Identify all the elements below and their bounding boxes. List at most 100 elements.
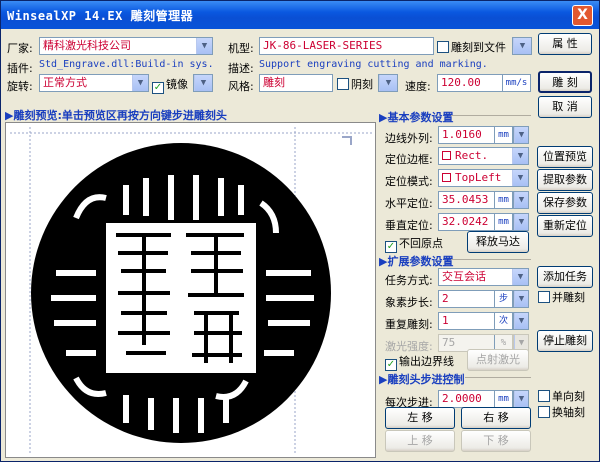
hpos-dropdown[interactable]: ▼ (513, 191, 529, 209)
speed-label: 速度: (405, 80, 431, 93)
task-label: 任务方式: (385, 274, 433, 287)
mode-label: 定位模式: (385, 175, 433, 188)
add-task-button[interactable]: 添加任务 (537, 266, 593, 288)
repeat-dropdown[interactable]: ▼ (513, 312, 529, 330)
chevron-down-icon: ▼ (196, 38, 212, 54)
relief-checkbox[interactable]: 阴刻 (337, 76, 373, 92)
checkbox-box (337, 78, 349, 90)
speed-value: 120.00 (441, 76, 481, 89)
preview-position-button[interactable]: 位置预览 (537, 146, 593, 168)
release-motor-button[interactable]: 释放马达 (467, 231, 529, 253)
checkbox-box (538, 291, 550, 303)
vendor-select[interactable]: 精科激光科技公司 ▼ (39, 37, 213, 55)
preview-area[interactable] (5, 122, 376, 458)
border-unit: mm (494, 127, 512, 143)
chevron-down-icon: ▼ (132, 75, 148, 91)
border-dropdown[interactable]: ▼ (513, 126, 529, 144)
step-input[interactable]: 2.0000 mm (438, 390, 513, 408)
chevron-down-icon: ▼ (514, 291, 528, 307)
mode-select[interactable]: TopLeft ▼ (438, 169, 529, 187)
mirror-label: 镜像 (166, 78, 188, 91)
engrave-manager-window: WinsealXP 14.EX 雕刻管理器 X 厂家: 精科激光科技公司 ▼ 机… (0, 0, 600, 462)
repeat-label: 重复雕刻: (385, 318, 433, 331)
save-params-button[interactable]: 保存参数 (537, 192, 593, 214)
step-dropdown[interactable]: ▼ (513, 390, 529, 408)
vpos-input[interactable]: 32.0242 mm (438, 213, 513, 231)
close-button[interactable]: X (572, 5, 593, 26)
reposition-button[interactable]: 重新定位 (537, 215, 593, 237)
checkmark-icon: ✓ (385, 359, 397, 371)
model-dropdown[interactable]: ▼ (512, 37, 532, 55)
no-return-label: 不回原点 (399, 237, 443, 250)
basic-header: ▶基本参数设置 (379, 111, 454, 124)
border-label: 边线外列: (385, 132, 433, 145)
single-direction-label: 单向刻 (552, 390, 585, 403)
chevron-down-icon: ▼ (514, 313, 528, 329)
topleft-icon (442, 173, 451, 182)
single-direction-checkbox[interactable]: 单向刻 (538, 388, 585, 404)
hpos-label: 水平定位: (385, 197, 433, 210)
chevron-down-icon: ▼ (379, 75, 397, 91)
relief-dropdown[interactable]: ▼ (378, 74, 398, 92)
output-border-label: 输出边界线 (399, 355, 454, 368)
hpos-value: 35.0453 (442, 193, 489, 206)
pixel-value: 2 (442, 292, 449, 305)
pixel-dropdown[interactable]: ▼ (513, 290, 529, 308)
plugin-label: 插件: (7, 62, 33, 75)
model-field[interactable]: JK-86-LASER-SERIES (259, 37, 434, 55)
pixel-input[interactable]: 2 步 (438, 290, 513, 308)
rotate-value: 正常方式 (43, 76, 87, 89)
move-right-button[interactable]: 右 移 (461, 407, 531, 429)
vendor-value: 精科激光科技公司 (43, 39, 131, 52)
engrave-button[interactable]: 雕 刻 (538, 71, 592, 93)
step-header: ▶雕刻头步进控制 (379, 373, 465, 386)
hpos-input[interactable]: 35.0453 mm (438, 191, 513, 209)
basic-separator (451, 115, 531, 116)
repeat-unit: 次 (494, 313, 512, 329)
properties-button[interactable]: 属 性 (538, 33, 592, 55)
no-return-checkbox[interactable]: ✓ 不回原点 (385, 235, 443, 253)
task-value: 交互会话 (442, 270, 486, 283)
style-select[interactable]: 雕刻 (259, 74, 333, 92)
mirror-dropdown[interactable]: ▼ (193, 74, 213, 92)
dot-laser-button[interactable]: 点射激光 (467, 349, 529, 371)
checkbox-box (538, 390, 550, 402)
vpos-value: 32.0242 (442, 215, 489, 228)
task-select[interactable]: 交互会话 ▼ (438, 268, 529, 286)
step-separator (465, 377, 531, 378)
parallel-checkbox[interactable]: 并雕刻 (538, 289, 585, 305)
extract-params-button[interactable]: 提取参数 (537, 169, 593, 191)
desc-value: Support engraving cutting and marking. (259, 59, 488, 70)
vpos-dropdown[interactable]: ▼ (513, 213, 529, 231)
rect-icon (442, 151, 451, 160)
hpos-unit: mm (494, 192, 512, 208)
move-up-button[interactable]: 上 移 (385, 430, 455, 452)
frame-select[interactable]: Rect. ▼ (438, 147, 529, 165)
checkbox-box (437, 41, 449, 53)
move-left-button[interactable]: 左 移 (385, 407, 455, 429)
repeat-input[interactable]: 1 次 (438, 312, 513, 330)
step-unit: mm (494, 391, 512, 407)
chevron-down-icon: ▼ (513, 38, 531, 54)
relief-label: 阴刻 (351, 78, 373, 91)
cancel-button[interactable]: 取 消 (538, 96, 592, 118)
mirror-checkbox[interactable]: ✓ 镜像 (152, 76, 188, 94)
rotate-select[interactable]: 正常方式 ▼ (39, 74, 149, 92)
move-down-button[interactable]: 下 移 (461, 430, 531, 452)
output-border-checkbox[interactable]: ✓ 输出边界线 (385, 353, 454, 371)
ext-header: ▶扩展参数设置 (379, 255, 454, 268)
laser-label: 激光强度: (385, 340, 433, 353)
preview-header: ▶雕刻预览:单击预览区再按方向键步进雕刻头 (5, 109, 227, 122)
speed-input[interactable]: 120.00 mm/s (437, 74, 531, 92)
title-bar[interactable]: WinsealXP 14.EX 雕刻管理器 X (1, 1, 599, 29)
plugin-value: Std_Engrave.dll:Build-in sys. (39, 59, 214, 70)
border-value: 1.0160 (442, 128, 482, 141)
chevron-down-icon: ▼ (512, 148, 528, 164)
vendor-label: 厂家: (7, 42, 33, 55)
checkmark-icon: ✓ (385, 241, 397, 253)
border-input[interactable]: 1.0160 mm (438, 126, 513, 144)
swap-axis-checkbox[interactable]: 换轴刻 (538, 404, 585, 420)
stop-engrave-button[interactable]: 停止雕刻 (537, 330, 593, 352)
engrave-to-file-checkbox[interactable]: 雕刻到文件 (437, 39, 506, 55)
chevron-down-icon: ▼ (512, 170, 528, 186)
